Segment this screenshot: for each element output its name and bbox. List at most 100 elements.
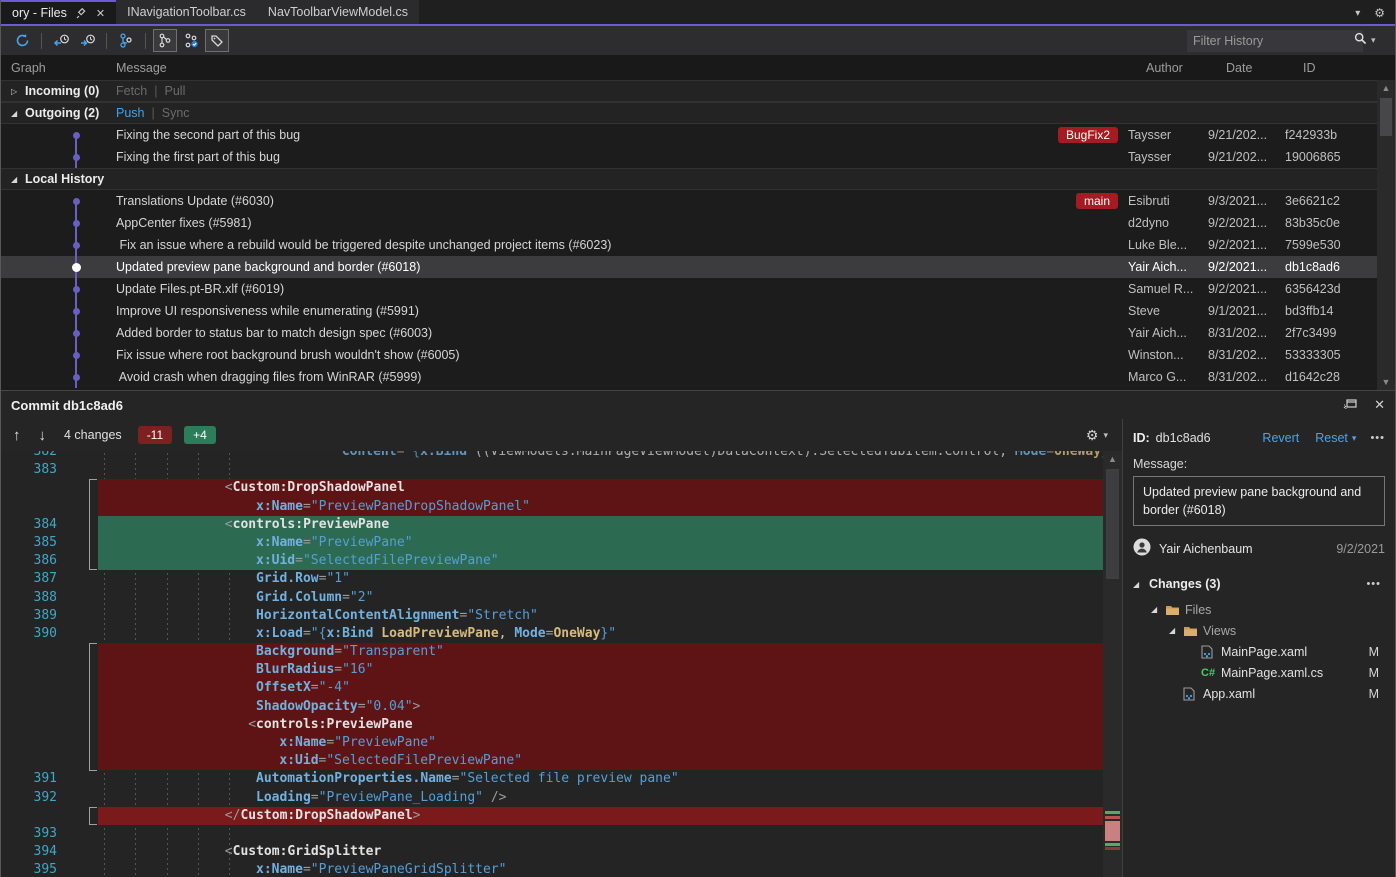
diff-settings-gear-icon[interactable]: ⚙ bbox=[1086, 427, 1099, 444]
scrollbar-thumb[interactable] bbox=[1106, 469, 1119, 579]
history-section-row[interactable]: ◢Local History bbox=[1, 168, 1377, 190]
scroll-up-icon[interactable]: ▲ bbox=[1377, 83, 1395, 93]
change-tree-row[interactable]: ◢Views bbox=[1133, 620, 1385, 641]
code-line[interactable]: 388Grid.Column="2" bbox=[1, 589, 1122, 607]
filter-history-input[interactable] bbox=[1193, 34, 1354, 48]
code-line[interactable]: 394<Custom:GridSplitter bbox=[1, 843, 1122, 861]
code-line[interactable]: BlurRadius="16" bbox=[1, 661, 1122, 679]
next-change-button[interactable]: ↓ bbox=[39, 427, 47, 444]
collapse-icon[interactable]: ◢ bbox=[11, 175, 25, 184]
code-line[interactable]: 384<controls:PreviewPane bbox=[1, 516, 1122, 534]
change-tree-row[interactable]: C#MainPage.xaml.csM bbox=[1133, 662, 1385, 683]
show-tags-toggle[interactable] bbox=[205, 29, 229, 52]
search-options-chevron-icon[interactable]: ▾ bbox=[1371, 35, 1376, 46]
code-line[interactable]: 389HorizontalContentAlignment="Stretch" bbox=[1, 607, 1122, 625]
code-line[interactable]: 386x:Uid="SelectedFilePreviewPane" bbox=[1, 552, 1122, 570]
change-tree-row[interactable]: App.xamlM bbox=[1133, 683, 1385, 704]
graph-cell bbox=[1, 278, 106, 300]
commit-row[interactable]: Avoid crash when dragging files from Win… bbox=[1, 366, 1377, 388]
code-line[interactable]: x:Uid="SelectedFilePreviewPane" bbox=[1, 752, 1122, 770]
changes-more-icon[interactable]: ••• bbox=[1366, 578, 1381, 590]
commit-message-box[interactable]: Updated preview pane background and bord… bbox=[1133, 476, 1385, 526]
diff-editor[interactable]: 382Content="{x:Bind ((ViewModels:MainPag… bbox=[1, 451, 1122, 877]
tab-inavigationtoolbar[interactable]: INavigationToolbar.cs bbox=[116, 0, 257, 24]
search-icon[interactable] bbox=[1354, 32, 1367, 50]
pin-icon[interactable] bbox=[76, 8, 87, 19]
tab-navtoolbarviewmodel[interactable]: NavToolbarViewModel.cs bbox=[257, 0, 419, 24]
message-cell: Push|Sync bbox=[106, 106, 1377, 120]
commit-row[interactable]: Fixing the second part of this bugBugFix… bbox=[1, 124, 1377, 146]
code-line[interactable]: </Custom:DropShadowPanel> bbox=[1, 807, 1122, 825]
code-line[interactable]: x:Name="PreviewPaneDropShadowPanel" bbox=[1, 498, 1122, 516]
reset-link[interactable]: Reset bbox=[1315, 431, 1348, 445]
history-scrollbar[interactable]: ▲ ▼ bbox=[1377, 80, 1395, 390]
show-merge-commits-toggle[interactable] bbox=[179, 29, 203, 52]
code-token: OneWay bbox=[553, 626, 600, 641]
commit-row[interactable]: AppCenter fixes (#5981)d2dyno9/2/2021...… bbox=[1, 212, 1377, 234]
scroll-up-icon[interactable]: ▲ bbox=[1103, 454, 1122, 464]
code-line[interactable]: 385x:Name="PreviewPane" bbox=[1, 534, 1122, 552]
commit-row[interactable]: Added border to status bar to match desi… bbox=[1, 322, 1377, 344]
commit-row[interactable]: Update Files.pt-BR.xlf (#6019)Samuel R..… bbox=[1, 278, 1377, 300]
code-line[interactable]: x:Name="PreviewPane" bbox=[1, 734, 1122, 752]
fetch-button[interactable] bbox=[49, 29, 73, 52]
code-token: </ bbox=[225, 808, 241, 823]
code-line[interactable]: <Custom:DropShadowPanel bbox=[1, 479, 1122, 497]
commit-row[interactable]: Fix issue where root background brush wo… bbox=[1, 344, 1377, 366]
changes-expander-icon[interactable]: ◢ bbox=[1133, 580, 1149, 589]
code-line[interactable]: 392Loading="PreviewPane_Loading" /> bbox=[1, 789, 1122, 807]
more-actions-icon[interactable]: ••• bbox=[1370, 432, 1385, 444]
tab-label: NavToolbarViewModel.cs bbox=[268, 5, 408, 19]
code-line[interactable]: 393 bbox=[1, 825, 1122, 843]
code-token: Custom:DropShadowPanel bbox=[233, 480, 405, 495]
window-position-chevron-icon[interactable]: ▾ bbox=[1355, 8, 1360, 19]
code-token: Background bbox=[256, 644, 334, 659]
code-token: = bbox=[311, 680, 319, 695]
close-tab-icon[interactable]: ✕ bbox=[96, 7, 105, 20]
code-line[interactable]: 391AutomationProperties.Name="Selected f… bbox=[1, 770, 1122, 788]
window-options-gear-icon[interactable]: ⚙ bbox=[1374, 6, 1385, 20]
code-token: "SelectedFilePreviewPane" bbox=[326, 753, 522, 768]
commit-row[interactable]: Updated preview pane background and bord… bbox=[1, 256, 1377, 278]
tree-expander-icon[interactable]: ◢ bbox=[1169, 626, 1183, 635]
code-line[interactable]: OffsetX="-4" bbox=[1, 679, 1122, 697]
tab-history-files[interactable]: ory - Files ✕ bbox=[1, 0, 116, 24]
tree-expander-icon[interactable]: ◢ bbox=[1151, 605, 1165, 614]
commit-row[interactable]: Improve UI responsiveness while enumerat… bbox=[1, 300, 1377, 322]
commit-row[interactable]: Fixing the first part of this bugTaysser… bbox=[1, 146, 1377, 168]
line-number: 388 bbox=[1, 589, 63, 607]
change-tree-row[interactable]: ◢Files bbox=[1133, 599, 1385, 620]
previous-change-button[interactable]: ↑ bbox=[13, 427, 21, 444]
scroll-down-icon[interactable]: ▼ bbox=[1377, 377, 1395, 387]
push-link[interactable]: Push bbox=[116, 106, 145, 120]
branch-button[interactable] bbox=[114, 29, 138, 52]
close-pane-icon[interactable]: ✕ bbox=[1374, 397, 1385, 413]
code-line[interactable]: 382Content="{x:Bind ((ViewModels:MainPag… bbox=[1, 451, 1122, 461]
commit-id-label: ID: bbox=[1133, 431, 1150, 445]
code-line[interactable]: 387Grid.Row="1" bbox=[1, 570, 1122, 588]
push-button[interactable] bbox=[75, 29, 99, 52]
revert-link[interactable]: Revert bbox=[1262, 431, 1299, 445]
code-line[interactable]: Background="Transparent" bbox=[1, 643, 1122, 661]
editor-scrollbar[interactable]: ▲ bbox=[1103, 451, 1122, 877]
code-token: Grid.Column bbox=[256, 590, 342, 605]
code-line[interactable]: 395x:Name="PreviewPaneGridSplitter" bbox=[1, 861, 1122, 877]
code-line[interactable]: <controls:PreviewPane bbox=[1, 716, 1122, 734]
dock-icon[interactable] bbox=[1343, 398, 1358, 413]
expand-icon[interactable]: ▷ bbox=[11, 87, 25, 96]
history-section-row[interactable]: ▷Incoming (0)Fetch|Pull bbox=[1, 80, 1377, 102]
code-line[interactable]: 383 bbox=[1, 461, 1122, 479]
change-tree-row[interactable]: MainPage.xamlM bbox=[1133, 641, 1385, 662]
reset-chevron-icon[interactable]: ▾ bbox=[1352, 433, 1357, 444]
collapse-icon[interactable]: ◢ bbox=[11, 109, 25, 118]
history-section-row[interactable]: ◢Outgoing (2)Push|Sync bbox=[1, 102, 1377, 124]
commit-row[interactable]: Fix an issue where a rebuild would be tr… bbox=[1, 234, 1377, 256]
show-graph-column-toggle[interactable] bbox=[153, 29, 177, 52]
scrollbar-thumb[interactable] bbox=[1380, 98, 1392, 136]
refresh-button[interactable] bbox=[10, 29, 34, 52]
code-line[interactable]: ShadowOpacity="0.04"> bbox=[1, 698, 1122, 716]
commit-row[interactable]: Translations Update (#6030)mainEsibruti9… bbox=[1, 190, 1377, 212]
diff-settings-chevron-icon[interactable]: ▾ bbox=[1103, 430, 1108, 441]
code-line[interactable]: 390x:Load="{x:Bind LoadPreviewPane, Mode… bbox=[1, 625, 1122, 643]
code-token: "2" bbox=[350, 590, 373, 605]
